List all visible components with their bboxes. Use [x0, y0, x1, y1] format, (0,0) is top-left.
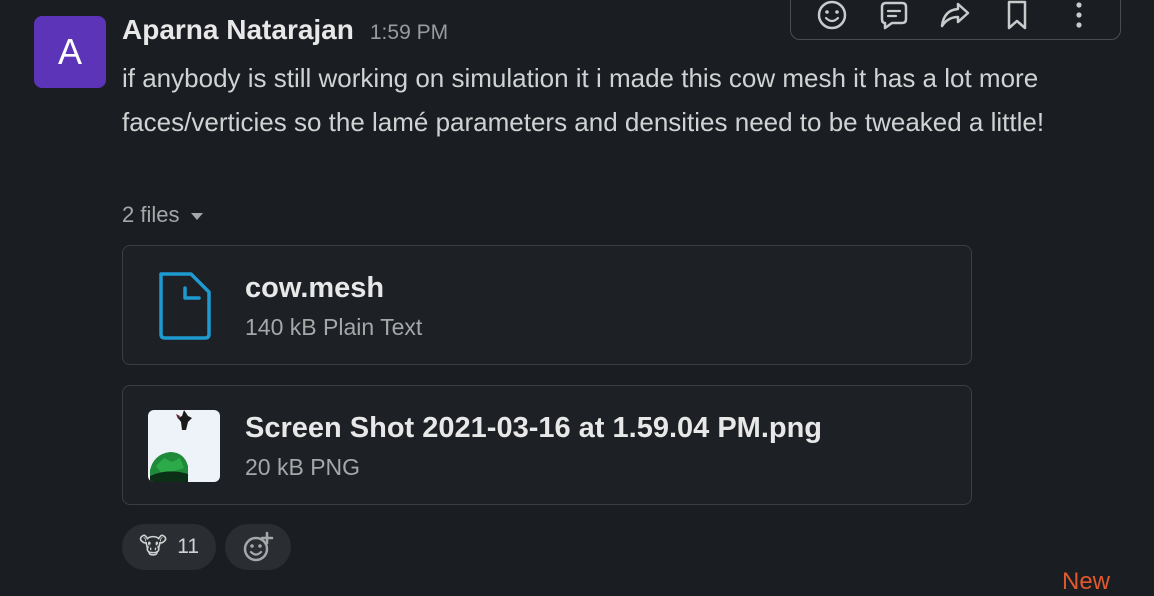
- file-attachment-cow-mesh[interactable]: cow.mesh 140 kB Plain Text: [122, 245, 972, 365]
- more-actions-icon: [1076, 2, 1082, 28]
- message-text: if anybody is still working on simulatio…: [122, 63, 1045, 137]
- cow-face-icon: 🐮: [138, 533, 168, 560]
- message-actions-toolbar: [790, 0, 1121, 40]
- save-for-later-button[interactable]: [997, 0, 1037, 35]
- file-attachment-screenshot[interactable]: Screen Shot 2021-03-16 at 1.59.04 PM.png…: [122, 385, 972, 505]
- file-meta: 20 kB PNG: [245, 454, 361, 480]
- emoji-reaction-button[interactable]: [812, 0, 852, 35]
- files-count-label: 2 files: [122, 202, 180, 227]
- chevron-down-icon: [191, 213, 204, 220]
- emoji-reaction-icon: [817, 0, 847, 30]
- file-meta: 140 kB Plain Text: [245, 314, 423, 340]
- message-container: A Aparna Natarajan 1:59 PM if anybody is…: [0, 0, 1154, 595]
- bookmark-icon: [1008, 0, 1027, 30]
- image-thumbnail: [148, 410, 220, 482]
- document-icon: [159, 272, 211, 340]
- message-timestamp[interactable]: 1:59 PM: [370, 21, 448, 45]
- avatar-letter: A: [57, 31, 82, 72]
- cow-mesh-preview-icon: [150, 410, 192, 482]
- reply-thread-icon: [880, 1, 907, 30]
- share-icon: [941, 2, 970, 28]
- file-name: cow.mesh: [245, 272, 385, 304]
- reaction-cow[interactable]: 🐮 11: [122, 524, 216, 570]
- add-reaction-button[interactable]: [225, 524, 291, 570]
- files-toggle[interactable]: 2 files: [122, 202, 204, 228]
- more-actions-button[interactable]: [1059, 0, 1099, 35]
- reaction-count: 11: [177, 535, 200, 558]
- file-name: Screen Shot 2021-03-16 at 1.59.04 PM.png: [245, 412, 823, 444]
- reply-thread-button[interactable]: [874, 0, 914, 35]
- avatar[interactable]: A: [34, 16, 106, 88]
- share-message-button[interactable]: [935, 0, 975, 35]
- add-emoji-icon: [243, 531, 274, 562]
- new-messages-divider-label: New: [1062, 568, 1111, 595]
- message-header: Aparna Natarajan 1:59 PM: [122, 14, 448, 46]
- sender-name[interactable]: Aparna Natarajan: [122, 14, 354, 46]
